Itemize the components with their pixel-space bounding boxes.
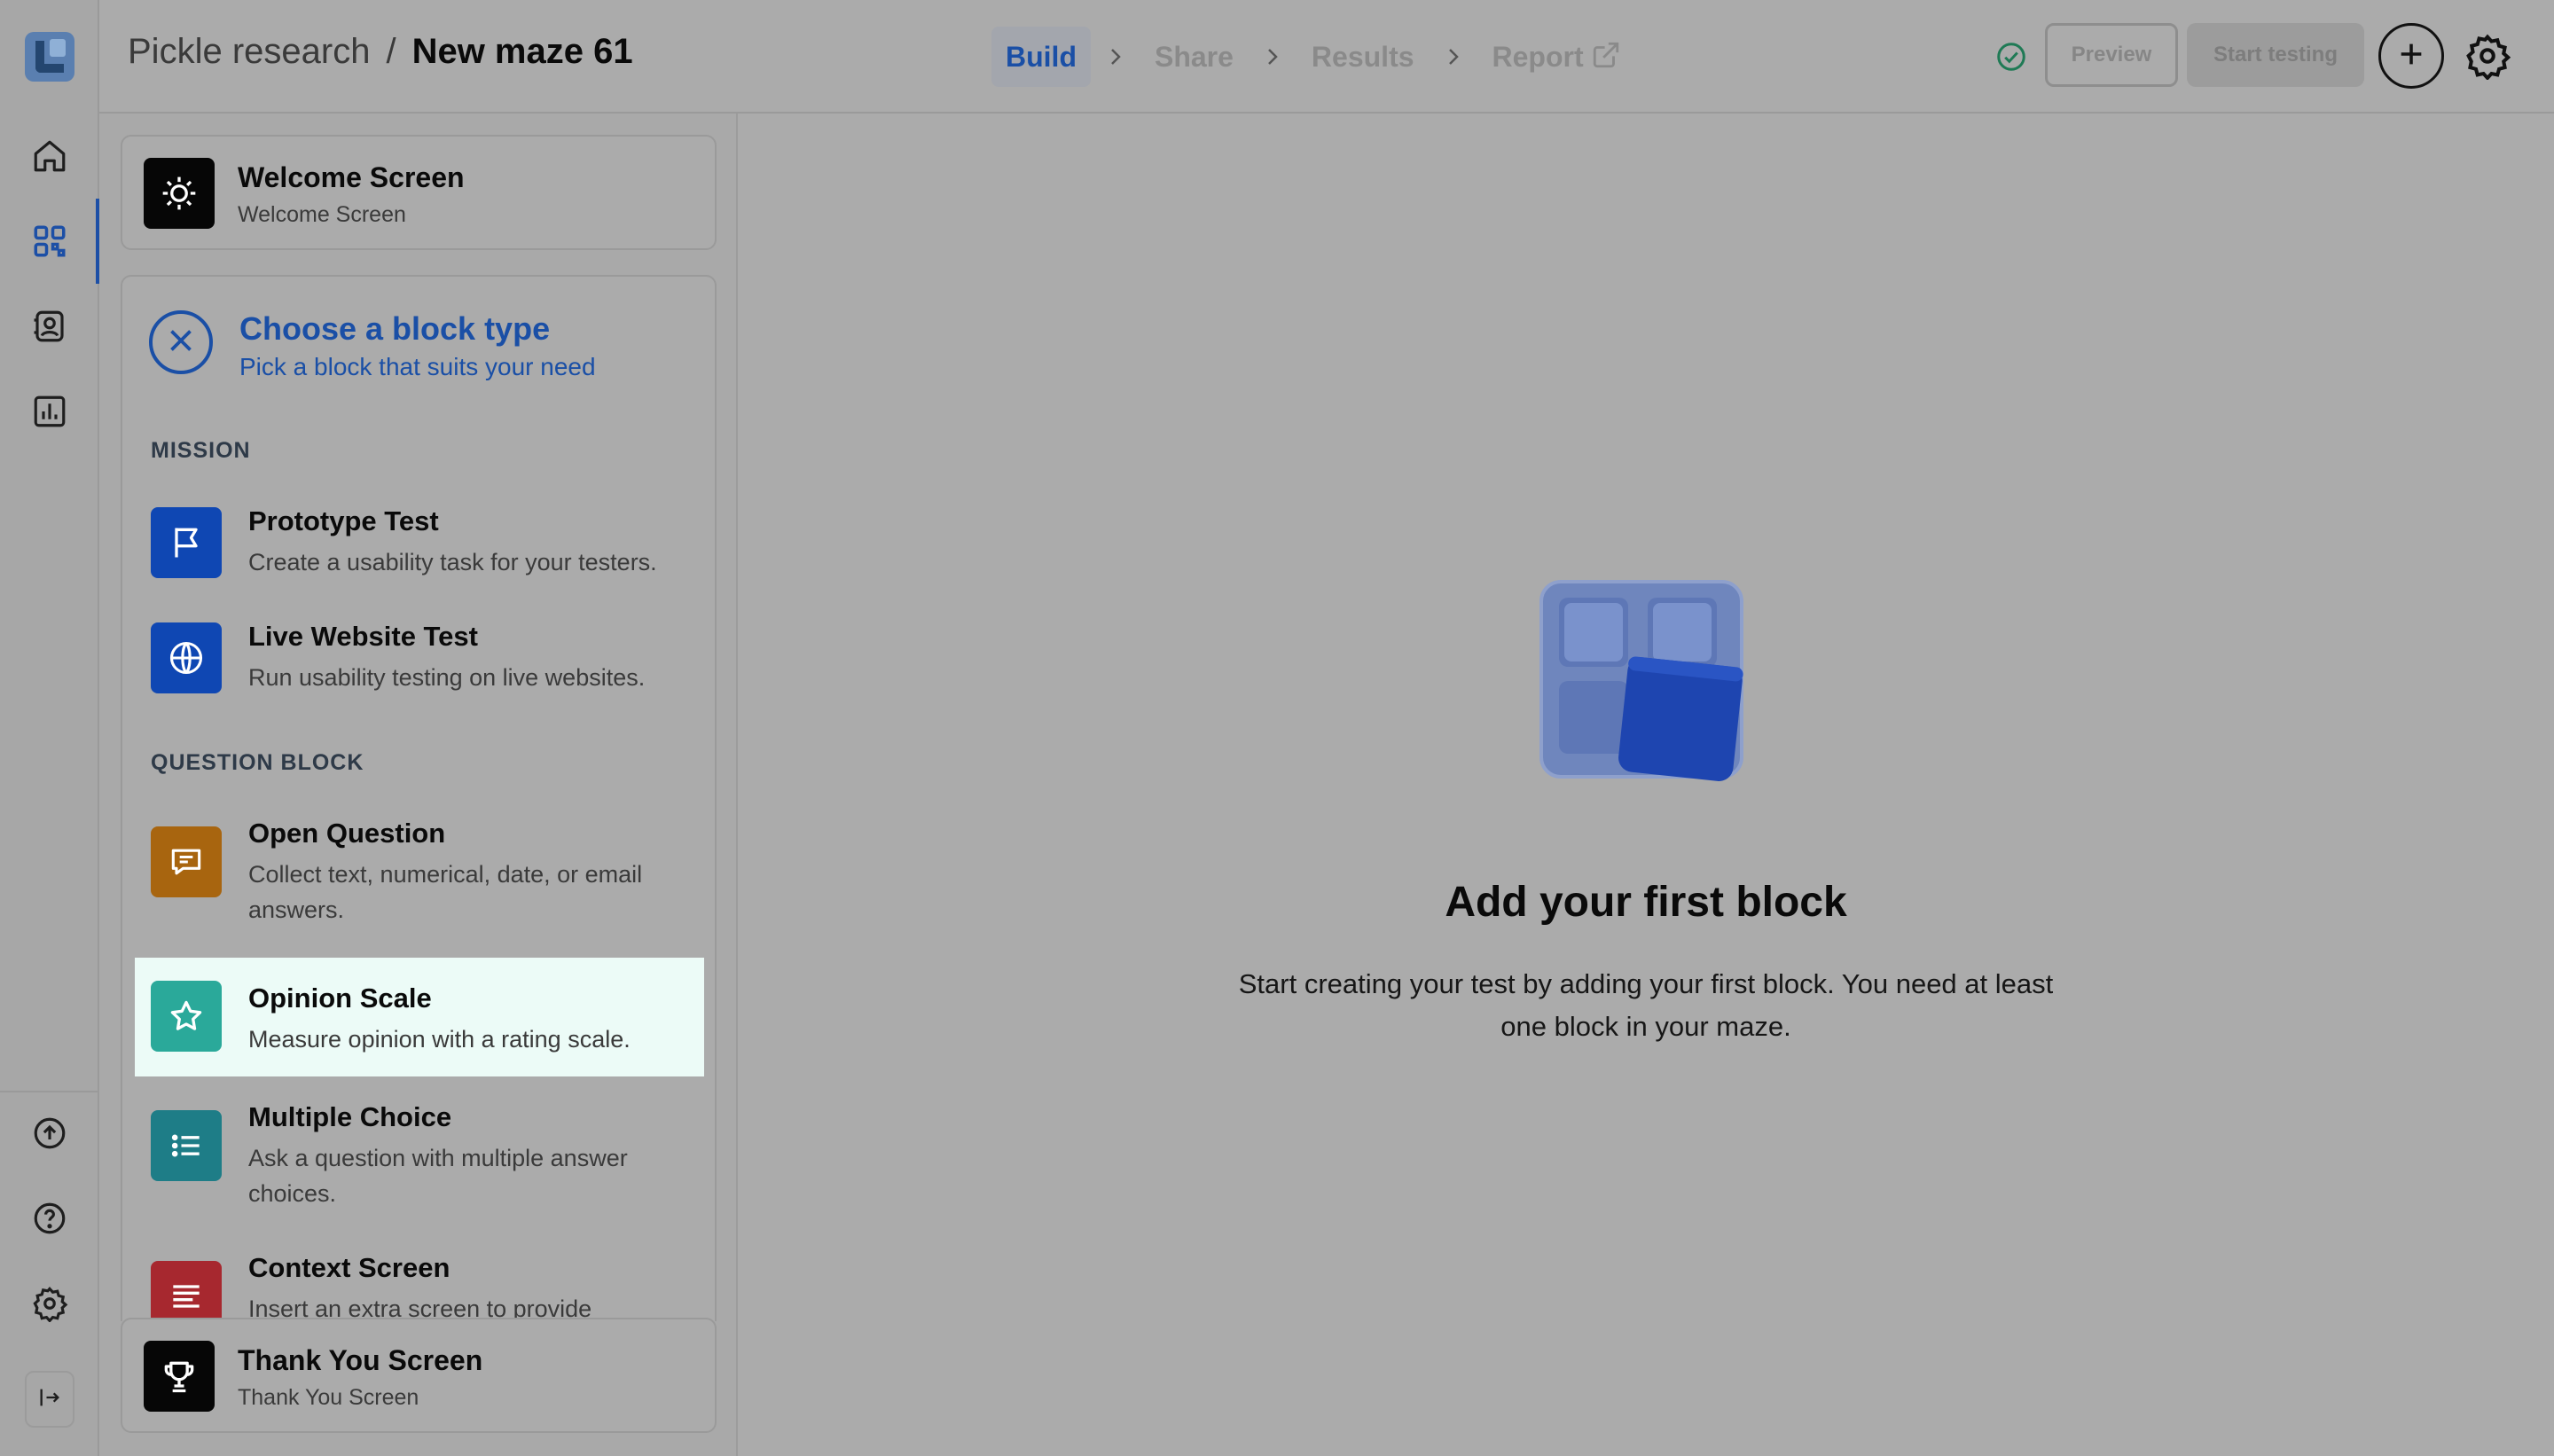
block-option-multiple-choice[interactable]: Multiple Choice Ask a question with mult… bbox=[135, 1091, 704, 1233]
flag-icon bbox=[151, 507, 222, 578]
welcome-title: Welcome Screen bbox=[238, 161, 465, 193]
breadcrumb: Pickle research / New maze 61 bbox=[128, 32, 633, 72]
block-panel: Welcome Screen Welcome Screen Choose a b… bbox=[99, 114, 738, 1456]
rail-divider bbox=[0, 1091, 99, 1092]
thank-you-subtitle: Thank You Screen bbox=[238, 1385, 419, 1410]
empty-state-description: Start creating your test by adding your … bbox=[1238, 968, 2054, 1042]
dashboard-icon[interactable] bbox=[27, 218, 73, 264]
close-chooser-button[interactable] bbox=[149, 310, 213, 374]
settings-button[interactable] bbox=[2464, 32, 2511, 83]
maze-logo[interactable] bbox=[25, 32, 74, 82]
blocks-illustration bbox=[1538, 578, 1751, 782]
check-circle-icon bbox=[1995, 41, 2027, 73]
trophy-icon bbox=[144, 1341, 215, 1412]
upload-icon[interactable] bbox=[27, 1110, 73, 1156]
step-build[interactable]: Build bbox=[991, 27, 1091, 87]
thank-you-screen-card[interactable]: Thank You Screen Thank You Screen bbox=[121, 1318, 717, 1433]
breadcrumb-project[interactable]: Pickle research bbox=[128, 32, 370, 72]
section-label: MISSION bbox=[151, 438, 251, 463]
analytics-icon[interactable] bbox=[27, 388, 73, 434]
welcome-screen-card[interactable]: Welcome Screen Welcome Screen bbox=[121, 135, 717, 250]
option-desc: Insert an extra screen to provide bbox=[248, 1296, 592, 1321]
star-icon bbox=[151, 981, 222, 1052]
option-desc: Create a usability task for your testers… bbox=[248, 549, 657, 575]
option-name: Opinion Scale bbox=[248, 982, 432, 1014]
collapse-icon bbox=[37, 1385, 62, 1414]
block-option-open-question[interactable]: Open Question Collect text, numerical, d… bbox=[135, 807, 704, 949]
list-icon bbox=[151, 1110, 222, 1181]
option-desc: Collect text, numerical, date, or email … bbox=[248, 861, 643, 923]
left-rail bbox=[0, 0, 99, 1456]
add-button[interactable] bbox=[2378, 23, 2444, 89]
option-desc: Measure opinion with a rating scale. bbox=[248, 1026, 631, 1053]
thank-you-title: Thank You Screen bbox=[238, 1344, 483, 1376]
collapse-sidebar-button[interactable] bbox=[25, 1371, 74, 1428]
step-nav: Build Share Results Report bbox=[991, 27, 1635, 87]
section-label: QUESTION BLOCK bbox=[151, 750, 364, 775]
breadcrumb-separator: / bbox=[386, 32, 396, 71]
top-header: Pickle research / New maze 61 Build Shar… bbox=[99, 0, 2554, 114]
home-icon[interactable] bbox=[27, 133, 73, 179]
option-name: Multiple Choice bbox=[248, 1101, 452, 1132]
chooser-subtitle: Pick a block that suits your need bbox=[239, 353, 596, 380]
chevron-right-icon bbox=[1429, 46, 1478, 67]
block-type-chooser: Choose a block type Pick a block that su… bbox=[121, 275, 717, 1321]
plus-icon bbox=[2396, 39, 2426, 74]
block-option-live-website-test[interactable]: Live Website Test Run usability testing … bbox=[135, 610, 704, 715]
gear-icon bbox=[2464, 34, 2511, 83]
block-option-opinion-scale[interactable]: Opinion Scale Measure opinion with a rat… bbox=[135, 958, 704, 1076]
preview-button[interactable]: Preview bbox=[2045, 23, 2178, 87]
option-desc: Run usability testing on live websites. bbox=[248, 664, 646, 691]
step-report-label: Report bbox=[1492, 41, 1584, 73]
gear-icon[interactable] bbox=[27, 1280, 73, 1327]
globe-icon bbox=[151, 622, 222, 693]
welcome-subtitle: Welcome Screen bbox=[238, 202, 406, 227]
external-link-icon bbox=[1584, 41, 1621, 73]
chevron-right-icon bbox=[1091, 46, 1140, 67]
sun-icon bbox=[144, 158, 215, 229]
block-option-prototype-test[interactable]: Prototype Test Create a usability task f… bbox=[135, 495, 704, 599]
step-share[interactable]: Share bbox=[1140, 27, 1248, 87]
block-option-context-screen[interactable]: Context Screen Insert an extra screen to… bbox=[135, 1241, 704, 1321]
text-lines-icon bbox=[151, 1261, 222, 1321]
option-name: Open Question bbox=[248, 818, 446, 849]
option-name: Prototype Test bbox=[248, 505, 439, 536]
empty-state-title: Add your first block bbox=[1445, 879, 1847, 926]
option-name: Context Screen bbox=[248, 1252, 450, 1283]
step-report[interactable]: Report bbox=[1478, 27, 1635, 87]
option-name: Live Website Test bbox=[248, 621, 478, 652]
option-desc: Ask a question with multiple answer choi… bbox=[248, 1145, 628, 1207]
chevron-right-icon bbox=[1248, 46, 1297, 67]
close-icon bbox=[165, 325, 197, 361]
help-icon[interactable] bbox=[27, 1195, 73, 1241]
contacts-icon[interactable] bbox=[27, 303, 73, 349]
step-results[interactable]: Results bbox=[1297, 27, 1429, 87]
start-testing-button[interactable]: Start testing bbox=[2187, 23, 2364, 87]
message-icon bbox=[151, 826, 222, 897]
maze-title[interactable]: New maze 61 bbox=[412, 32, 633, 72]
chooser-title: Choose a block type bbox=[239, 310, 551, 347]
